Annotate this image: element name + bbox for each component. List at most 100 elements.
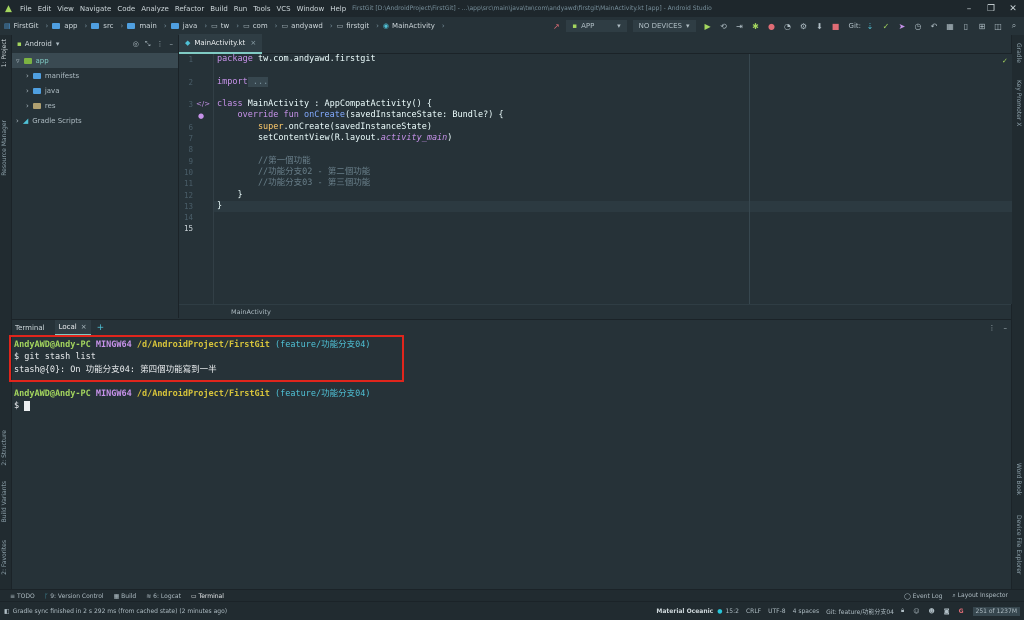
tool-todo[interactable]: ≡ TODO bbox=[10, 593, 35, 600]
profile-icon[interactable]: ◔ bbox=[782, 20, 794, 32]
tree-item-res[interactable]: › res bbox=[12, 98, 178, 113]
tool-structure[interactable]: 2: Structure bbox=[1, 430, 8, 466]
menu-run[interactable]: Run bbox=[234, 5, 247, 13]
attach-debugger-icon[interactable]: ⚙ bbox=[798, 20, 810, 32]
search-icon[interactable]: ⌕ bbox=[1008, 20, 1020, 32]
tree-item-manifests[interactable]: › manifests bbox=[12, 68, 178, 83]
code-editor[interactable]: package tw.com.andyawd.firstgit import .… bbox=[213, 54, 1012, 304]
chevron-down-icon[interactable]: ▾ bbox=[56, 40, 60, 48]
hammer-icon[interactable]: ↗ bbox=[550, 20, 562, 32]
class-gutter-icon[interactable]: </> bbox=[196, 100, 210, 108]
minimize-icon[interactable]: – bbox=[958, 4, 980, 14]
breadcrumb-com[interactable]: com bbox=[253, 22, 268, 30]
notification-icon[interactable]: ◙ bbox=[944, 608, 950, 615]
project-view-selector[interactable]: Android bbox=[25, 40, 52, 48]
tree-item-java[interactable]: › java bbox=[12, 83, 178, 98]
device-dropdown[interactable]: NO DEVICES ▾ bbox=[632, 20, 696, 32]
breadcrumb-tw[interactable]: tw bbox=[221, 22, 229, 30]
more-icon[interactable]: ⋮ bbox=[157, 40, 164, 48]
tool-project[interactable]: 1: Project bbox=[1, 39, 8, 67]
breadcrumb-item[interactable]: MainActivity bbox=[231, 308, 271, 316]
debug-icon[interactable]: ✱ bbox=[750, 20, 762, 32]
tool-terminal[interactable]: ▭ Terminal bbox=[191, 593, 224, 600]
breadcrumb-app[interactable]: app bbox=[64, 22, 77, 30]
tool-build[interactable]: ▦ Build bbox=[114, 593, 137, 600]
restore-icon[interactable]: ❐ bbox=[980, 4, 1002, 14]
lock-icon[interactable]: 🔒︎ bbox=[901, 607, 904, 615]
menu-analyze[interactable]: Analyze bbox=[141, 5, 169, 13]
line-separator[interactable]: CRLF bbox=[746, 608, 761, 615]
caret-position[interactable]: 15:2 bbox=[725, 608, 738, 615]
tool-resource-manager[interactable]: Resource Manager bbox=[1, 120, 8, 176]
folded-imports[interactable]: ... bbox=[247, 76, 269, 87]
git-push-icon[interactable]: ➤ bbox=[896, 20, 908, 32]
sdk-icon[interactable]: ⊞ bbox=[976, 20, 988, 32]
menu-vcs[interactable]: VCS bbox=[276, 5, 290, 13]
tool-event-log[interactable]: ◯ Event Log bbox=[904, 593, 942, 600]
status-message[interactable]: Gradle sync finished in 2 s 292 ms (from… bbox=[13, 608, 227, 615]
tool-device-file-explorer[interactable]: Device File Explorer bbox=[1015, 515, 1022, 574]
tool-key-promoter[interactable]: Key Promoter X bbox=[1015, 80, 1022, 126]
target-icon[interactable]: ◎ bbox=[133, 40, 139, 48]
breadcrumb-src[interactable]: src bbox=[103, 22, 113, 30]
git-history-icon[interactable]: ◷ bbox=[912, 20, 924, 32]
git-rollback-icon[interactable]: ↶ bbox=[928, 20, 940, 32]
more-icon[interactable]: ⋮ bbox=[989, 324, 996, 332]
menu-window[interactable]: Window bbox=[297, 5, 325, 13]
menu-file[interactable]: File bbox=[20, 5, 32, 13]
breadcrumb-firstgit-pkg[interactable]: firstgit bbox=[346, 22, 369, 30]
tree-item-gradle-scripts[interactable]: › ◢ Gradle Scripts bbox=[12, 113, 178, 128]
menu-view[interactable]: View bbox=[57, 5, 74, 13]
collapse-icon[interactable]: ⤡ bbox=[145, 40, 151, 49]
tool-favorites[interactable]: 2: Favorites bbox=[1, 540, 8, 575]
apply-code-changes-icon[interactable]: ⇥ bbox=[734, 20, 746, 32]
breadcrumb-firstgit[interactable]: FirstGit bbox=[14, 22, 39, 30]
close-icon[interactable]: ✕ bbox=[1002, 4, 1024, 14]
layout-inspector-icon[interactable]: ◫ bbox=[992, 20, 1004, 32]
menu-tools[interactable]: Tools bbox=[253, 5, 270, 13]
menu-refactor[interactable]: Refactor bbox=[175, 5, 204, 13]
emoji-icon[interactable]: ☺ bbox=[913, 608, 919, 615]
breadcrumb-java[interactable]: java bbox=[183, 22, 198, 30]
theme-label[interactable]: Material Oceanic bbox=[656, 608, 713, 615]
breadcrumb-main[interactable]: main bbox=[139, 22, 157, 30]
indent-setting[interactable]: 4 spaces bbox=[793, 608, 819, 615]
new-tab-icon[interactable]: + bbox=[97, 323, 105, 333]
menu-navigate[interactable]: Navigate bbox=[80, 5, 111, 13]
hide-panel-icon[interactable]: – bbox=[1004, 324, 1008, 332]
git-update-icon[interactable]: ⇣ bbox=[864, 20, 876, 32]
inspection-icon[interactable]: ☻ bbox=[928, 608, 934, 615]
menu-code[interactable]: Code bbox=[117, 5, 135, 13]
menu-edit[interactable]: Edit bbox=[38, 5, 52, 13]
override-gutter-icon[interactable]: ● bbox=[198, 112, 204, 120]
close-icon[interactable]: × bbox=[81, 323, 87, 331]
memory-indicator[interactable]: 251 of 1237M bbox=[972, 606, 1020, 616]
tool-version-control[interactable]: ᚴ 9: Version Control bbox=[45, 593, 104, 600]
apply-changes-icon[interactable]: ⟲ bbox=[718, 20, 730, 32]
run-config-dropdown[interactable]: ▪ APP ▾ bbox=[566, 20, 627, 32]
tool-build-variants[interactable]: Build Variants bbox=[1, 481, 8, 522]
breadcrumb-mainactivity[interactable]: MainActivity bbox=[392, 22, 435, 30]
tab-mainactivity[interactable]: ◆ MainActivity.kt × bbox=[179, 34, 263, 54]
tab-local[interactable]: Local × bbox=[54, 320, 91, 336]
git-commit-icon[interactable]: ✓ bbox=[880, 20, 892, 32]
menu-help[interactable]: Help bbox=[330, 5, 346, 13]
avd-manager-icon[interactable]: ▯ bbox=[960, 20, 972, 32]
stop-build-icon[interactable]: ■ bbox=[830, 20, 842, 32]
git-branch[interactable]: Git: feature/功能分支04 bbox=[826, 607, 894, 616]
tree-item-app[interactable]: ▿ app bbox=[12, 53, 178, 68]
project-structure-icon[interactable]: ▦ bbox=[944, 20, 956, 32]
hide-panel-icon[interactable]: – bbox=[170, 40, 174, 48]
tool-gradle[interactable]: Gradle bbox=[1015, 43, 1022, 63]
sdk-manager-icon[interactable]: ⬇ bbox=[814, 20, 826, 32]
menu-build[interactable]: Build bbox=[210, 5, 228, 13]
close-icon[interactable]: × bbox=[250, 39, 256, 47]
stop-icon[interactable]: ● bbox=[766, 20, 778, 32]
file-encoding[interactable]: UTF-8 bbox=[768, 608, 786, 615]
breadcrumb-andyawd[interactable]: andyawd bbox=[291, 22, 323, 30]
google-icon[interactable]: G bbox=[959, 608, 964, 615]
tool-logcat[interactable]: ≋ 6: Logcat bbox=[146, 593, 181, 600]
tool-word-book[interactable]: Word Book bbox=[1015, 463, 1022, 495]
tool-layout-inspector[interactable]: ⌕ Layout Inspector bbox=[952, 592, 1008, 600]
run-icon[interactable]: ▶ bbox=[702, 20, 714, 32]
